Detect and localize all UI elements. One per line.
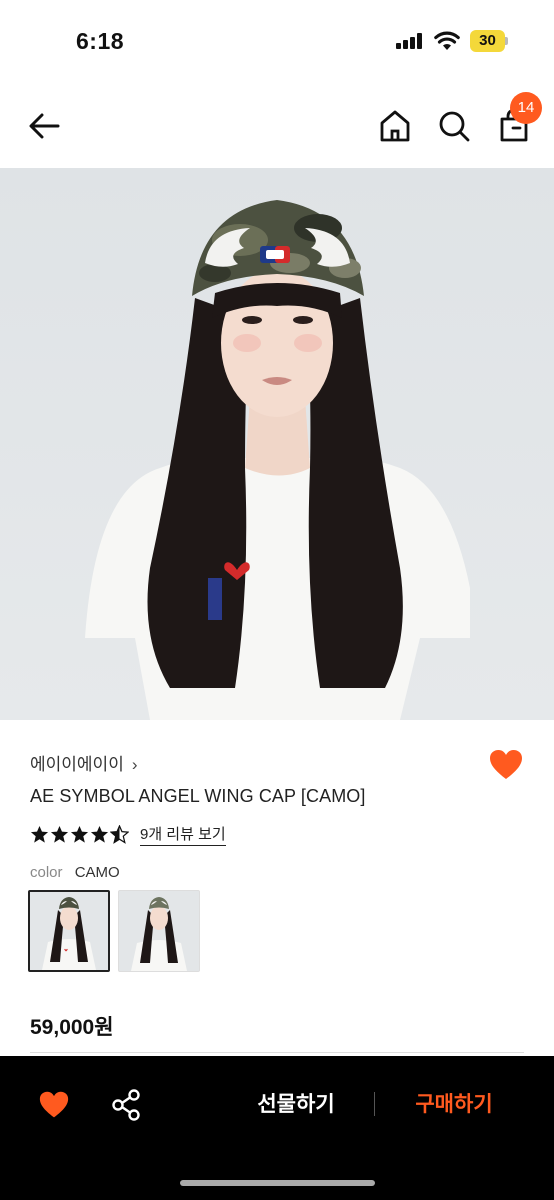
cellular-signal-icon (396, 33, 422, 49)
color-value: CAMO (74, 864, 120, 881)
color-label: color (30, 864, 63, 881)
star-full-icon (70, 825, 89, 843)
search-icon[interactable] (434, 106, 474, 146)
product-title: AE SYMBOL ANGEL WING CAP [CAMO] (30, 786, 366, 806)
battery-level: 30 (470, 30, 505, 52)
gift-button[interactable]: 선물하기 (236, 1088, 356, 1122)
star-full-icon (30, 825, 49, 843)
brand-name: 에이이에이이 (30, 755, 124, 774)
product-price: 59,000원 (30, 1016, 114, 1039)
bottom-action-bar: 선물하기 구매하기 (0, 1056, 554, 1200)
star-full-icon (90, 825, 109, 843)
thumbnail-photo (119, 891, 199, 971)
divider (374, 1092, 375, 1116)
cart-count-badge: 14 (510, 92, 542, 124)
status-time: 6:18 (76, 28, 125, 54)
like-heart-icon[interactable] (488, 748, 524, 782)
share-icon[interactable] (110, 1088, 142, 1122)
top-nav-bar: 14 (0, 84, 554, 168)
wishlist-heart-icon[interactable] (38, 1090, 70, 1120)
model-wearing-cap-photo (0, 168, 554, 720)
chevron-right-icon: › (131, 755, 138, 774)
star-full-icon (50, 825, 69, 843)
color-row: color CAMO (30, 864, 120, 881)
home-indicator (180, 1180, 375, 1186)
battery-icon: 30 (470, 30, 508, 52)
review-link[interactable]: 9개 리뷰 보기 (140, 823, 226, 846)
rating-row: 9개 리뷰 보기 (30, 822, 226, 846)
color-option-thumbnail[interactable] (118, 890, 200, 972)
product-main-image[interactable] (0, 168, 554, 720)
color-option-thumbnail-selected[interactable] (28, 890, 110, 972)
brand-link[interactable]: 에이이에이이 › (30, 750, 138, 775)
buy-button[interactable]: 구매하기 (394, 1088, 514, 1122)
status-bar: 6:18 30 (0, 0, 554, 84)
wifi-icon (434, 31, 460, 50)
home-icon[interactable] (376, 106, 414, 146)
divider (30, 1052, 524, 1053)
star-half-icon (110, 824, 129, 844)
thumbnail-photo (30, 892, 108, 970)
back-arrow-icon[interactable] (24, 108, 66, 144)
